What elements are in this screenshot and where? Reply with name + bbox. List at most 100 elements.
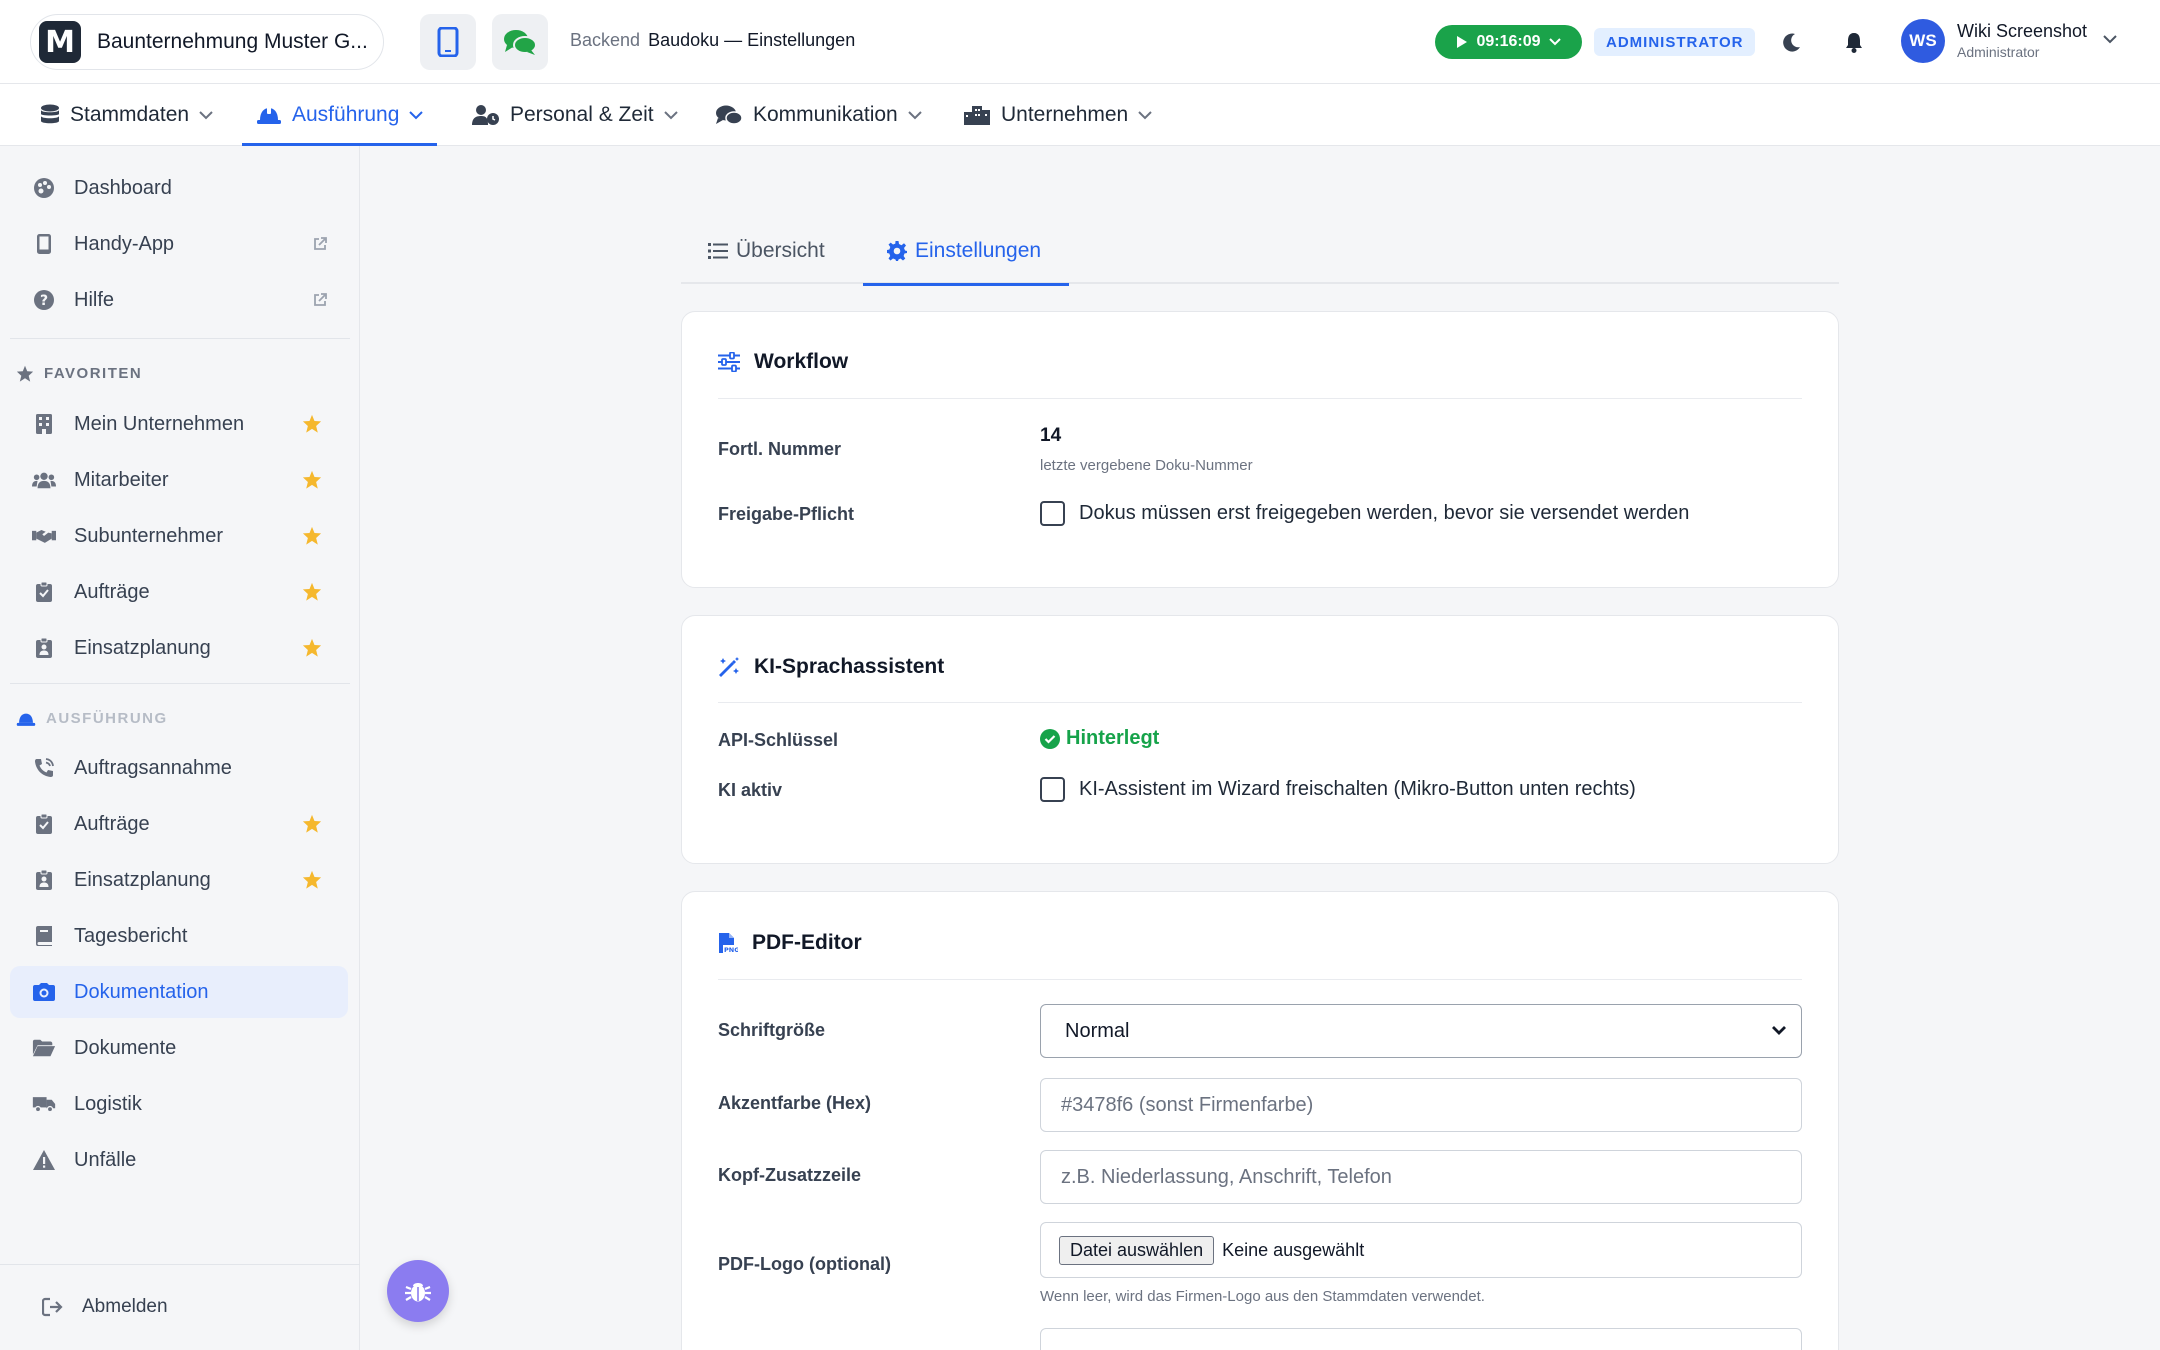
star-icon[interactable] bbox=[302, 814, 322, 833]
comments-icon bbox=[504, 30, 537, 55]
play-icon bbox=[1457, 36, 1468, 48]
checkbox[interactable] bbox=[1040, 501, 1065, 526]
sidebar-item-mein-unternehmen[interactable]: Mein Unternehmen bbox=[10, 398, 348, 450]
mobile-app-button[interactable] bbox=[420, 14, 476, 70]
nav-ausfuehrung[interactable]: Ausführung bbox=[241, 84, 438, 146]
nav-unternehmen[interactable]: Unternehmen bbox=[963, 84, 1152, 146]
additional-input[interactable] bbox=[1040, 1328, 1802, 1350]
favorites-heading-label: FAVORITEN bbox=[44, 365, 143, 382]
running-number-label: Fortl. Nummer bbox=[718, 439, 842, 459]
company-switcher[interactable]: M Baunternehmung Muster G... bbox=[30, 14, 384, 70]
camera-icon bbox=[33, 983, 55, 1001]
nav-stammdaten[interactable]: Stammdaten bbox=[40, 84, 213, 146]
user-role: Administrator bbox=[1957, 44, 2040, 60]
sidebar-item-handy-app[interactable]: Handy-App bbox=[10, 218, 348, 270]
ai-active-checkbox[interactable]: KI-Assistent im Wizard freischalten (Mik… bbox=[1040, 777, 1636, 802]
chevron-down-icon bbox=[199, 110, 213, 119]
card-title-label: KI-Sprachassistent bbox=[754, 655, 945, 678]
api-key-status-label: Hinterlegt bbox=[1066, 727, 1160, 749]
sidebar-item-dokumente[interactable]: Dokumente bbox=[10, 1022, 348, 1074]
star-icon[interactable] bbox=[302, 638, 322, 657]
sidebar-item-label: Mein Unternehmen bbox=[74, 412, 245, 435]
section-heading-label: AUSFÜHRUNG bbox=[46, 710, 168, 727]
sidebar-item-label: Einsatzplanung bbox=[74, 868, 211, 891]
tab-einstellungen[interactable]: Einstellungen bbox=[862, 218, 1070, 286]
sidebar-item-einsatzplanung-fav[interactable]: Einsatzplanung bbox=[10, 622, 348, 674]
tab-label: Übersicht bbox=[736, 239, 825, 262]
sidebar-item-label: Logistik bbox=[74, 1092, 142, 1115]
star-icon[interactable] bbox=[302, 870, 322, 889]
header-line-input[interactable]: z.B. Niederlassung, Anschrift, Telefon bbox=[1040, 1150, 1802, 1204]
sidebar: Dashboard Handy-App ? Hilfe FAVORITEN Me… bbox=[0, 146, 360, 1350]
svg-text:PNG: PNG bbox=[724, 946, 738, 954]
accent-color-label: Akzentfarbe (Hex) bbox=[718, 1093, 872, 1113]
pdf-logo-label: PDF-Logo (optional) bbox=[718, 1254, 891, 1274]
sidebar-item-unfaelle[interactable]: Unfälle bbox=[10, 1134, 348, 1186]
clipboard-user-icon bbox=[36, 869, 52, 890]
sidebar-item-auftraege[interactable]: Aufträge bbox=[10, 798, 348, 850]
tab-uebersicht[interactable]: Übersicht bbox=[708, 218, 825, 284]
users-icon bbox=[32, 472, 56, 489]
nav-label: Kommunikation bbox=[753, 103, 898, 126]
avatar[interactable]: WS bbox=[1901, 19, 1945, 63]
star-icon[interactable] bbox=[302, 526, 322, 545]
comments-icon bbox=[716, 105, 743, 125]
sidebar-item-tagesbericht[interactable]: Tagesbericht bbox=[10, 910, 348, 962]
user-name[interactable]: Wiki Screenshot bbox=[1957, 21, 2087, 42]
chevron-down-icon bbox=[908, 110, 922, 119]
breadcrumb: Backend Baudoku — Einstellungen bbox=[570, 30, 855, 51]
sidebar-item-mitarbeiter[interactable]: Mitarbeiter bbox=[10, 454, 348, 506]
chevron-down-icon[interactable] bbox=[2102, 34, 2118, 44]
tab-bar: Übersicht Einstellungen bbox=[681, 218, 1839, 286]
header-line-label: Kopf-Zusatzzeile bbox=[718, 1165, 862, 1185]
sidebar-divider bbox=[10, 683, 350, 684]
hard-hat-icon bbox=[16, 713, 36, 726]
choose-file-button[interactable]: Datei auswählen bbox=[1059, 1235, 1215, 1265]
sidebar-item-einsatzplanung[interactable]: Einsatzplanung bbox=[10, 854, 348, 906]
time-tracker-button[interactable]: 09:16:09 bbox=[1435, 25, 1582, 59]
sidebar-item-subunternehmer[interactable]: Subunternehmer bbox=[10, 510, 348, 562]
star-icon[interactable] bbox=[302, 582, 322, 601]
sidebar-item-label: Aufträge bbox=[74, 580, 150, 603]
star-icon bbox=[16, 365, 34, 382]
bug-report-button[interactable] bbox=[387, 1260, 449, 1322]
nav-kommunikation[interactable]: Kommunikation bbox=[715, 84, 922, 146]
sidebar-item-logistik[interactable]: Logistik bbox=[10, 1078, 348, 1130]
sidebar-item-auftraege-fav[interactable]: Aufträge bbox=[10, 566, 348, 618]
breadcrumb-section[interactable]: Backend bbox=[570, 30, 640, 50]
star-icon[interactable] bbox=[302, 470, 322, 489]
sidebar-item-label: Dokumentation bbox=[74, 980, 209, 1003]
card-title: PNG PDF-Editor bbox=[718, 931, 862, 955]
star-icon[interactable] bbox=[302, 414, 322, 433]
warning-icon bbox=[33, 1150, 55, 1170]
sidebar-item-auftragsannahme[interactable]: Auftragsannahme bbox=[10, 742, 348, 794]
nav-label: Unternehmen bbox=[1001, 103, 1129, 126]
clipboard-check-icon bbox=[36, 581, 52, 602]
approval-checkbox[interactable]: Dokus müssen erst freigegeben werden, be… bbox=[1040, 501, 1689, 526]
notifications-button[interactable] bbox=[1838, 26, 1870, 58]
nav-personal-zeit[interactable]: Personal & Zeit bbox=[472, 84, 678, 146]
phone-volume-icon bbox=[35, 758, 54, 777]
sidebar-divider bbox=[10, 338, 350, 339]
input-placeholder: #3478f6 (sonst Firmenfarbe) bbox=[1061, 1093, 1314, 1116]
city-icon bbox=[964, 106, 990, 125]
input-placeholder: z.B. Niederlassung, Anschrift, Telefon bbox=[1061, 1165, 1392, 1188]
sidebar-item-dashboard[interactable]: Dashboard bbox=[10, 162, 348, 214]
card-title-label: Workflow bbox=[754, 350, 849, 373]
book-icon bbox=[36, 926, 52, 946]
api-key-label: API-Schlüssel bbox=[718, 730, 839, 750]
folder-open-icon bbox=[32, 1039, 56, 1057]
accent-color-input[interactable]: #3478f6 (sonst Firmenfarbe) bbox=[1040, 1078, 1802, 1132]
nav-label: Ausführung bbox=[292, 103, 400, 126]
dark-mode-toggle[interactable] bbox=[1776, 26, 1808, 58]
sidebar-item-label: Subunternehmer bbox=[74, 524, 223, 547]
logout-button[interactable]: Abmelden bbox=[42, 1296, 168, 1318]
font-size-select[interactable]: Normal bbox=[1040, 1004, 1802, 1058]
mobile-icon bbox=[37, 234, 51, 254]
chat-button[interactable] bbox=[492, 14, 548, 70]
sidebar-item-hilfe[interactable]: ? Hilfe bbox=[10, 274, 348, 326]
pdf-logo-file-input[interactable]: Datei auswählen Keine ausgewählt bbox=[1040, 1222, 1802, 1278]
sidebar-item-dokumentation[interactable]: Dokumentation bbox=[10, 966, 348, 1018]
ai-active-label: KI aktiv bbox=[718, 780, 783, 800]
checkbox[interactable] bbox=[1040, 777, 1065, 802]
